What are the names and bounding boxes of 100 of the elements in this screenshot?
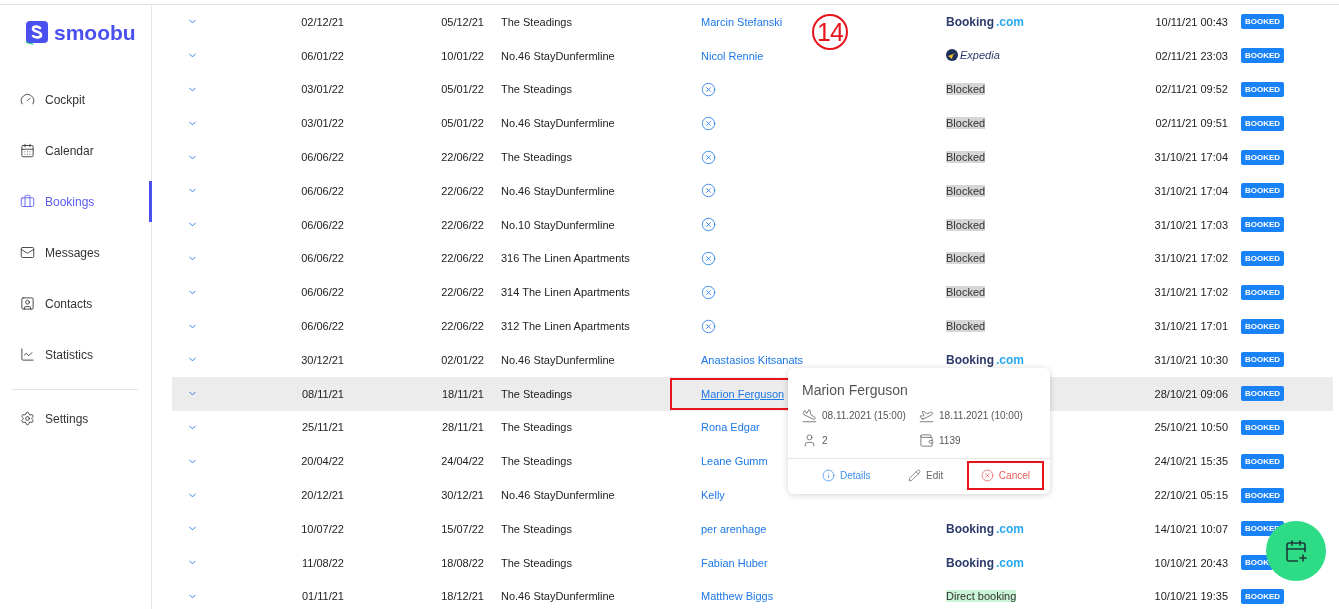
nav-item[interactable]: Calendar <box>0 130 152 171</box>
step-marker: 14 <box>812 14 848 50</box>
status-badge: BOOKED <box>1241 453 1285 469</box>
status-badge: BOOKED <box>1241 48 1285 64</box>
guest-link[interactable]: Marion Ferguson <box>701 387 785 400</box>
nav-item[interactable]: Statistics <box>0 334 152 375</box>
arrival-date: 06/06/22 <box>300 252 344 265</box>
status-badge: BOOKED <box>1241 82 1285 97</box>
guest-link[interactable]: Matthew Biggs <box>701 590 774 603</box>
nav-item[interactable]: Settings <box>0 398 152 439</box>
arrival-date: 10/07/22 <box>300 522 344 535</box>
close-icon <box>701 115 716 131</box>
channel-logo: Booking .com <box>946 556 1024 569</box>
channel-label: Blocked <box>946 184 986 197</box>
status-badge: BOOKED <box>1241 217 1285 233</box>
popover-title: Marion Ferguson <box>801 381 909 400</box>
channel-logo: Booking .com <box>946 522 1024 535</box>
channel-label: Direct booking <box>946 590 1017 603</box>
property-name: No.46 StayDunfermline <box>500 489 616 502</box>
departure-date: 22/06/22 <box>440 252 484 265</box>
guest-link[interactable]: Kelly <box>701 489 725 502</box>
brand-name: smoobu <box>54 21 136 45</box>
channel-label: Blocked <box>946 151 986 164</box>
arrival-date: 20/12/21 <box>300 489 344 502</box>
guest-link[interactable]: Leane Gumm <box>701 455 768 468</box>
arrival-date: 25/11/21 <box>301 421 344 434</box>
nav-item[interactable]: Bookings <box>0 181 152 222</box>
status-badge: BOOKED <box>1241 115 1285 131</box>
status-badge: BOOKED <box>1241 14 1285 30</box>
close-icon <box>701 318 716 334</box>
guest-link[interactable]: Rona Edgar <box>701 421 760 434</box>
property-name: The Steadings <box>500 151 573 164</box>
price: 1139 <box>939 435 961 446</box>
departure-date: 22/06/22 <box>440 320 484 333</box>
guest-link[interactable]: Marcin Stefanski <box>701 15 783 28</box>
guest-link[interactable]: per arenhage <box>701 522 767 535</box>
guest-link[interactable]: Fabian Huber <box>701 556 768 569</box>
status-badge: BOOKED <box>1241 284 1285 300</box>
created-time: 28/10/21 09:06 <box>1153 387 1228 400</box>
channel-label: Blocked <box>946 218 986 231</box>
check-out-time: 18.11.2021 (10:00) <box>939 410 1023 421</box>
calendar-icon <box>20 143 35 158</box>
property-name: No.46 StayDunfermline <box>500 590 616 603</box>
guest-link[interactable]: Anastasios Kitsanats <box>701 353 804 366</box>
created-time: 31/10/21 17:04 <box>1153 184 1228 197</box>
departure-date: 22/06/22 <box>440 151 484 164</box>
property-name: No.46 StayDunfermline <box>500 353 616 366</box>
departure-date: 10/01/22 <box>440 49 484 62</box>
property-name: No.46 StayDunfermline <box>500 184 616 197</box>
guest-link[interactable]: Nicol Rennie <box>701 49 764 62</box>
close-icon <box>701 284 716 300</box>
channel-label: Blocked <box>946 252 986 265</box>
arrival-date: 03/01/22 <box>300 83 344 96</box>
created-time: 24/10/21 15:35 <box>1153 455 1228 468</box>
status-badge: BOOKED <box>1241 318 1285 334</box>
departure-date: 18/11/21 <box>441 387 484 400</box>
briefcase-icon <box>20 194 35 209</box>
close-icon <box>701 82 716 97</box>
plane-takeoff-icon <box>919 408 934 423</box>
departure-date: 15/07/22 <box>440 522 484 535</box>
pencil-icon <box>908 469 922 482</box>
edit-button[interactable]: Edit <box>894 461 958 490</box>
departure-date: 05/12/21 <box>440 15 484 28</box>
arrival-date: 06/06/22 <box>300 286 344 299</box>
status-badge: BOOKED <box>1241 183 1285 199</box>
arrival-date: 20/04/22 <box>300 455 344 468</box>
created-time: 10/10/21 19:35 <box>1153 590 1228 603</box>
cancel-button[interactable]: Cancel <box>966 461 1044 490</box>
property-name: 316 The Linen Apartments <box>500 252 631 265</box>
channel-label: Blocked <box>946 320 986 333</box>
property-name: The Steadings <box>500 387 573 400</box>
close-icon <box>701 149 716 165</box>
nav-item[interactable]: Cockpit <box>0 79 152 120</box>
departure-date: 05/01/22 <box>440 83 484 96</box>
departure-date: 30/12/21 <box>440 489 484 502</box>
check-in-time: 08.11.2021 (15:00) <box>822 410 906 421</box>
details-button[interactable]: Details <box>808 461 885 490</box>
chart-icon <box>20 347 35 362</box>
created-time: 31/10/21 17:03 <box>1153 218 1228 231</box>
arrival-date: 06/06/22 <box>300 218 344 231</box>
property-name: No.10 StayDunfermline <box>500 218 616 231</box>
status-badge: BOOKED <box>1241 487 1285 503</box>
created-time: 02/11/21 23:03 <box>1154 49 1228 62</box>
arrival-date: 06/01/22 <box>300 49 344 62</box>
logo-icon <box>26 21 48 45</box>
channel-logo: Expedia <box>946 48 1000 61</box>
property-name: 314 The Linen Apartments <box>500 286 631 299</box>
close-icon <box>701 250 716 266</box>
close-icon <box>701 217 716 233</box>
channel-logo: Booking .com <box>946 353 1024 366</box>
departure-date: 18/12/21 <box>440 590 484 603</box>
nav-item[interactable]: Contacts <box>0 283 152 324</box>
property-name: No.46 StayDunfermline <box>500 49 616 62</box>
nav-item[interactable]: Messages <box>0 232 152 273</box>
status-badge: BOOKED <box>1241 588 1285 604</box>
property-name: The Steadings <box>500 15 573 28</box>
close-icon <box>980 469 994 482</box>
property-name: The Steadings <box>500 83 573 96</box>
contact-card-icon <box>20 296 35 311</box>
created-time: 31/10/21 17:04 <box>1153 151 1228 164</box>
